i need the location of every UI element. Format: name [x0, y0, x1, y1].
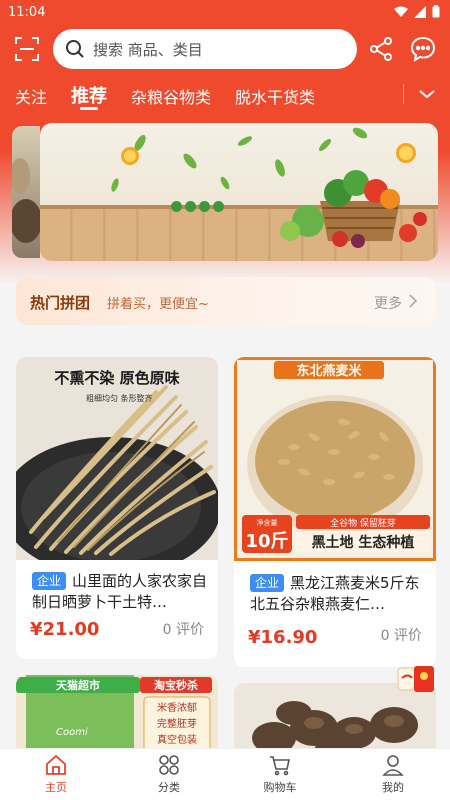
- chevron-right-icon: [409, 294, 418, 308]
- product-reviews: 0 评价: [380, 628, 422, 644]
- product-card[interactable]: 天猫超市 淘宝秒杀 Coomi 米香浓郁 完整胚芽 真空包装: [16, 675, 218, 755]
- battery-icon: [432, 5, 440, 18]
- svg-text:全谷物 保留胚芽: 全谷物 保留胚芽: [330, 517, 396, 529]
- svg-text:Coomi: Coomi: [56, 727, 88, 738]
- nav-category-label: 分类: [158, 781, 180, 794]
- svg-text:10斤: 10斤: [245, 531, 288, 552]
- tab-dried-goods[interactable]: 脱水干货类: [235, 84, 315, 108]
- product-title[interactable]: 企业 山里面的人家农家自制日晒萝卜干土特…: [32, 571, 210, 613]
- message-icon[interactable]: [410, 36, 436, 62]
- nav-profile[interactable]: 我的: [363, 754, 423, 795]
- banner-previous-slide[interactable]: [12, 126, 40, 258]
- product-image-subtext: 粗细均匀 条形整齐: [86, 393, 153, 403]
- group-buy-subtitle: 拼着买，更便宜~: [107, 297, 209, 312]
- search-input[interactable]: 搜索 商品、类目: [53, 29, 357, 69]
- tab-recommend[interactable]: 推荐: [71, 82, 107, 108]
- svg-text:黑土地 生态种植: 黑土地 生态种植: [312, 534, 415, 551]
- enterprise-badge: 企业: [32, 572, 67, 590]
- nav-cart-label: 购物车: [263, 781, 297, 794]
- tab-follow[interactable]: 关注: [15, 84, 47, 108]
- user-icon: [382, 755, 404, 776]
- svg-text:完整胚芽: 完整胚芽: [157, 717, 197, 730]
- cart-icon: [270, 756, 290, 776]
- product-image: 天猫超市 淘宝秒杀 Coomi 米香浓郁 完整胚芽 真空包装: [16, 675, 218, 755]
- banner-pagination: [171, 201, 224, 212]
- home-icon: [46, 754, 66, 775]
- share-icon[interactable]: [368, 36, 394, 62]
- status-time: 11:04: [8, 5, 46, 20]
- nav-cart[interactable]: 购物车: [250, 754, 310, 795]
- chevron-down-icon[interactable]: [416, 84, 438, 104]
- tab-divider: [403, 84, 404, 104]
- product-card[interactable]: 不熏不染 原色原味 粗细均匀 条形整齐 企业 山里面的人家农家自制日晒萝卜干土特……: [16, 357, 218, 659]
- leaf-decoration: [111, 127, 427, 248]
- wifi-icon: [394, 6, 408, 17]
- red-envelope-icon[interactable]: [392, 664, 436, 696]
- status-bar: 11:04: [0, 0, 450, 26]
- category-icon: [159, 755, 179, 775]
- nav-profile-label: 我的: [382, 781, 404, 794]
- enterprise-badge: 企业: [250, 574, 285, 592]
- search-placeholder: 搜索 商品、类目: [93, 40, 203, 59]
- product-title[interactable]: 企业 黑龙江燕麦米5斤东北五谷杂粮燕麦仁…: [250, 573, 428, 615]
- product-price: ¥16.90: [248, 627, 318, 648]
- category-tabs: 关注 推荐 杂粮谷物类 脱水干货类: [0, 80, 450, 110]
- tab-grains[interactable]: 杂粮谷物类: [131, 84, 211, 108]
- nav-home[interactable]: 主页: [26, 754, 86, 795]
- group-buy-more-link[interactable]: 更多: [374, 293, 402, 313]
- product-image-headline: 不熏不染 原色原味: [54, 369, 179, 387]
- product-card[interactable]: 东北燕麦米 净含量 10斤 全谷物 保留胚芽 黑土地 生态种植 企业 黑龙江燕麦米…: [234, 357, 436, 667]
- product-price: ¥21.00: [30, 619, 100, 640]
- svg-text:净含量: 净含量: [257, 518, 278, 527]
- active-tab-indicator: [80, 107, 98, 110]
- product-image-headline: 东北燕麦米: [296, 363, 362, 379]
- product-reviews: 0 评价: [162, 622, 204, 638]
- signal-icon: [414, 5, 426, 18]
- svg-text:真空包装: 真空包装: [157, 733, 197, 746]
- promo-banner[interactable]: [40, 123, 438, 261]
- nav-home-label: 主页: [45, 781, 67, 794]
- search-icon: [66, 40, 84, 58]
- nav-category[interactable]: 分类: [139, 754, 199, 795]
- group-buy-title: 热门拼团: [30, 294, 91, 312]
- product-image: 不熏不染 原色原味 粗细均匀 条形整齐: [16, 357, 218, 560]
- svg-text:米香浓郁: 米香浓郁: [157, 701, 197, 714]
- scan-icon[interactable]: [14, 36, 40, 62]
- product-image: 东北燕麦米 净含量 10斤 全谷物 保留胚芽 黑土地 生态种植: [234, 357, 436, 561]
- svg-text:淘宝秒杀: 淘宝秒杀: [154, 678, 198, 692]
- bottom-navigation: 主页 分类 购物车 我的: [0, 748, 450, 800]
- svg-text:天猫超市: 天猫超市: [56, 678, 100, 692]
- group-buy-bar[interactable]: 热门拼团 拼着买，更便宜~ 更多: [16, 277, 436, 325]
